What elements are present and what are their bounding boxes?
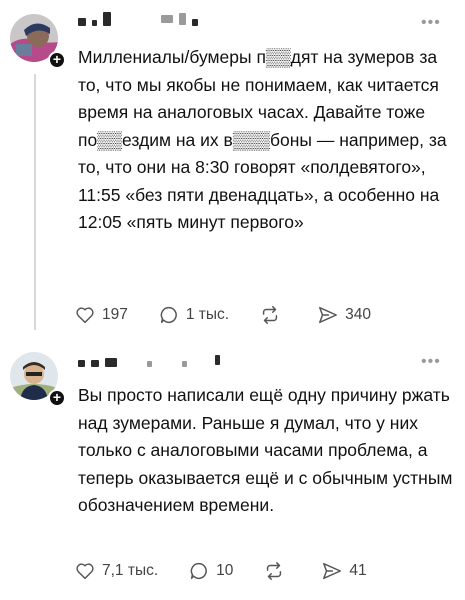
redaction-block xyxy=(103,12,111,26)
send-icon xyxy=(319,306,338,324)
like-button[interactable]: 7,1 тыс. xyxy=(74,560,158,582)
heart-icon xyxy=(76,563,94,580)
follow-plus-icon[interactable]: + xyxy=(48,389,66,407)
post-text: Миллениалы/бумеры п▒▒дят на зумеров за т… xyxy=(78,47,447,232)
like-button[interactable]: 197 xyxy=(74,304,128,326)
post-text: Вы просто написали ещё одну причину ржат… xyxy=(78,385,453,515)
redaction-block xyxy=(192,19,198,26)
post-1: + ••• Миллениалы/бумеры п▒▒дят на зумеро… xyxy=(0,0,465,340)
share-button[interactable]: 41 xyxy=(321,560,367,582)
share-count: 340 xyxy=(345,306,371,323)
post-2: + ••• Вы просто написали ещё одну причин… xyxy=(0,340,465,600)
redaction-block xyxy=(91,360,99,367)
comment-count: 1 тыс. xyxy=(185,306,230,323)
repost-icon xyxy=(262,306,278,324)
speech-bubble-icon xyxy=(160,306,177,324)
redaction-block xyxy=(161,15,173,23)
share-button[interactable]: 340 xyxy=(317,304,371,326)
thread-line xyxy=(34,74,36,330)
more-icon[interactable]: ••• xyxy=(421,354,443,370)
speech-bubble-icon xyxy=(190,562,208,580)
post-actions: 7,1 тыс. 10 41 xyxy=(74,558,397,584)
username-redacted[interactable] xyxy=(78,12,198,26)
heart-icon xyxy=(76,307,94,324)
redaction-block xyxy=(78,18,86,26)
comment-button[interactable]: 10 xyxy=(188,560,233,582)
like-count: 7,1 тыс. xyxy=(102,562,159,579)
redaction-block xyxy=(105,358,117,367)
repost-button[interactable] xyxy=(259,304,287,326)
follow-plus-icon[interactable]: + xyxy=(48,51,66,69)
like-count: 197 xyxy=(102,306,128,323)
redaction-block xyxy=(179,13,186,25)
repost-button[interactable] xyxy=(263,560,291,582)
share-count: 41 xyxy=(349,562,367,579)
repost-icon xyxy=(267,562,282,580)
comment-count: 10 xyxy=(216,562,234,579)
more-icon[interactable]: ••• xyxy=(421,15,443,31)
redaction-block xyxy=(147,361,152,367)
send-icon xyxy=(323,562,342,580)
username-redacted[interactable] xyxy=(78,353,220,367)
post-actions: 197 1 тыс. 340 xyxy=(74,302,401,328)
redaction-block xyxy=(215,355,220,365)
redaction-block xyxy=(182,361,187,367)
redaction-block xyxy=(92,20,97,26)
redaction-block xyxy=(78,360,85,367)
comment-button[interactable]: 1 тыс. xyxy=(158,304,229,326)
